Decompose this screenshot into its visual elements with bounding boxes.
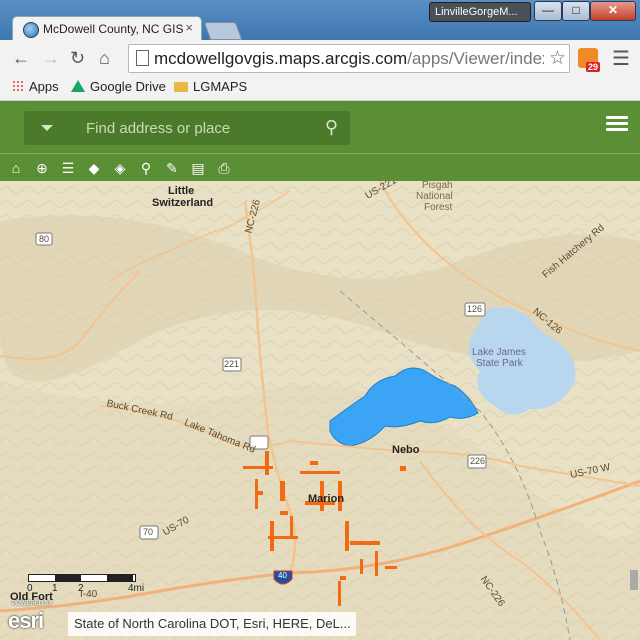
minimize-button[interactable]: —	[534, 1, 562, 21]
map-tools-bar: ⌂ ⊕ ☰ ◆ ◈ ⚲ ✎ ▤ ⎙	[0, 153, 640, 182]
comment-icon[interactable]: ▤	[189, 159, 207, 177]
map-label-forest: Forest	[424, 202, 453, 213]
globe-favicon-icon	[23, 22, 39, 38]
list-icon[interactable]: ☰	[59, 159, 77, 177]
map-label-state-park: State Park	[476, 358, 523, 369]
reload-icon[interactable]: ↻	[70, 48, 85, 69]
scale-label-2: 2	[78, 583, 84, 594]
address-bar[interactable]: mcdowellgovgis.maps.arcgis.com/apps/View…	[128, 44, 570, 73]
shield-221: 221	[224, 359, 240, 369]
layers-icon[interactable]: ◆	[85, 159, 103, 177]
bookmark-apps[interactable]: Apps	[12, 79, 59, 94]
search-input[interactable]	[76, 111, 336, 145]
map-label-switzerland: Switzerland	[152, 197, 214, 209]
shield-40: 40	[278, 571, 287, 580]
print-icon[interactable]: ⎙	[215, 159, 233, 177]
url-text[interactable]: mcdowellgovgis.maps.arcgis.com/apps/View…	[154, 49, 544, 69]
tab-close-icon[interactable]: ×	[185, 20, 193, 35]
basemap-icon[interactable]: ◈	[111, 159, 129, 177]
new-tab-button[interactable]	[203, 22, 243, 40]
map-label-national: National	[416, 191, 453, 202]
apps-grid-icon	[12, 80, 24, 92]
scale-label-1: 1	[52, 583, 58, 594]
google-drive-icon	[71, 80, 85, 92]
map-label-lake-james: Lake James	[472, 347, 526, 358]
app-menu-icon[interactable]	[606, 116, 628, 132]
folder-icon	[174, 82, 188, 92]
scrollbar-thumb[interactable]	[630, 570, 638, 590]
scale-label-4mi: 4mi	[128, 583, 145, 594]
measure-icon[interactable]: ⚲	[137, 159, 155, 177]
app-header: ⚲	[0, 101, 640, 153]
search-box: ⚲	[24, 111, 350, 145]
home-icon[interactable]: ⌂	[7, 159, 25, 177]
chrome-menu-icon[interactable]: ☰	[612, 46, 630, 71]
powered-by-label: POWERED BY	[12, 601, 53, 607]
search-source-dropdown[interactable]	[24, 111, 70, 145]
map-label-pisgah: Pisgah	[422, 181, 453, 191]
forward-arrow-icon[interactable]: →	[42, 48, 60, 69]
scale-bar	[28, 574, 136, 582]
map-attribution[interactable]: State of North Carolina DOT, Esri, HERE,…	[68, 612, 356, 636]
browser-window: McDowell County, NC GIS × LinvilleGorgeM…	[0, 0, 640, 640]
browser-toolbar: ← → ↻ ⌂ mcdowellgovgis.maps.arcgis.com/a…	[0, 40, 640, 76]
map-view[interactable]: Little Switzerland Pisgah National Fores…	[0, 181, 640, 640]
map-label-marion: Marion	[308, 493, 345, 505]
map-label-little: Little	[168, 185, 195, 197]
profile-name[interactable]: LinvilleGorgeM...	[429, 2, 531, 22]
bookmark-star-icon[interactable]: ☆	[549, 47, 566, 70]
tab-mcdowell-gis[interactable]: McDowell County, NC GIS ×	[12, 16, 202, 41]
shield-80: 80	[39, 234, 50, 244]
tab-title: McDowell County, NC GIS	[43, 22, 183, 36]
bookmarks-bar: Apps Google Drive LGMAPS	[0, 76, 640, 101]
page-icon	[136, 50, 149, 66]
back-arrow-icon[interactable]: ←	[12, 48, 30, 69]
rss-badge: 29	[586, 62, 601, 72]
shield-226: 226	[470, 456, 486, 466]
locate-icon[interactable]: ⊕	[33, 159, 51, 177]
esri-logo[interactable]: esri	[8, 608, 44, 634]
map-label-nebo: Nebo	[392, 444, 420, 456]
shield-70: 70	[143, 527, 154, 537]
title-bar: McDowell County, NC GIS × LinvilleGorgeM…	[0, 0, 640, 41]
basemap-terrain	[0, 181, 640, 640]
home-page-icon[interactable]: ⌂	[99, 48, 110, 69]
shield-126: 126	[467, 304, 483, 314]
scale-label-0: 0	[27, 583, 33, 594]
draw-icon[interactable]: ✎	[163, 159, 181, 177]
maximize-button[interactable]: □	[562, 1, 590, 21]
search-icon[interactable]: ⚲	[325, 117, 338, 138]
bookmark-google-drive[interactable]: Google Drive	[71, 79, 166, 94]
bookmark-lgmaps[interactable]: LGMAPS	[174, 79, 247, 94]
close-window-button[interactable]: ✕	[590, 1, 636, 21]
